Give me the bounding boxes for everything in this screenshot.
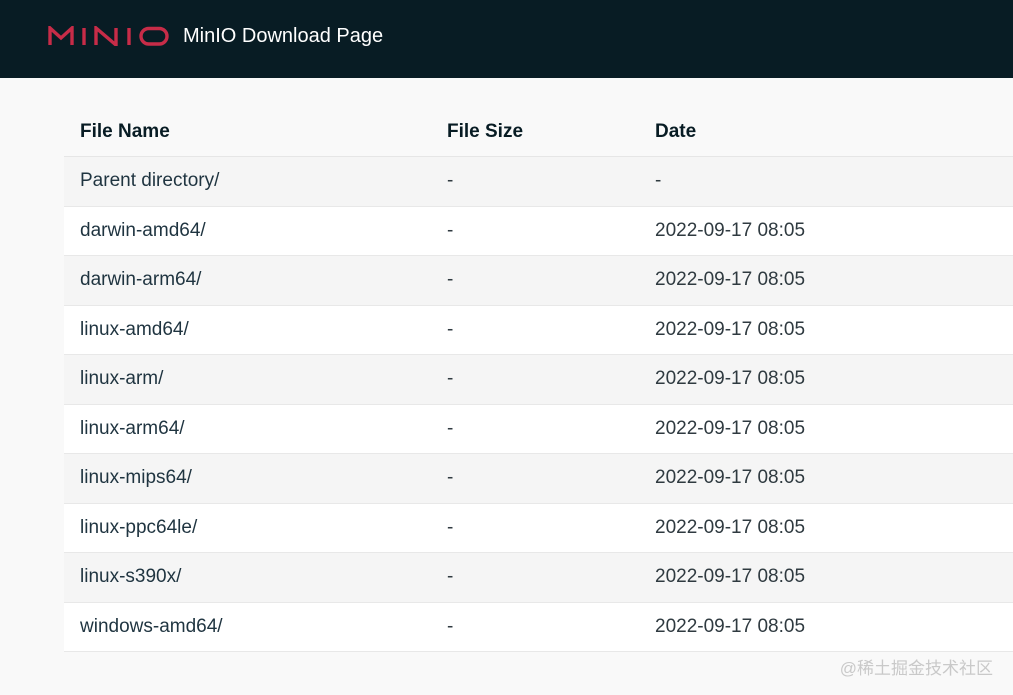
file-size: - <box>431 305 639 355</box>
file-size: - <box>431 552 639 603</box>
file-size: - <box>431 156 639 207</box>
table-row[interactable]: darwin-arm64/ - 2022-09-17 08:05 <box>64 255 1013 306</box>
minio-logo[interactable] <box>48 26 170 46</box>
file-size: - <box>431 602 639 652</box>
table-row[interactable]: windows-amd64/ - 2022-09-17 08:05 <box>64 602 1013 652</box>
column-header-file-name: File Name <box>64 108 431 157</box>
file-size: - <box>431 404 639 454</box>
page-title: MinIO Download Page <box>183 25 384 47</box>
table-row[interactable]: linux-mips64/ - 2022-09-17 08:05 <box>64 453 1013 504</box>
file-name-link[interactable]: linux-mips64/ <box>64 453 431 504</box>
column-header-file-size: File Size <box>431 108 639 157</box>
file-table: File Name File Size Date Parent director… <box>64 108 1013 652</box>
file-date: - <box>639 156 1013 207</box>
column-header-date: Date <box>639 108 1013 157</box>
file-size: - <box>431 503 639 553</box>
file-name-link[interactable]: linux-amd64/ <box>64 305 431 355</box>
file-date: 2022-09-17 08:05 <box>639 305 1013 355</box>
file-name-link[interactable]: windows-amd64/ <box>64 602 431 652</box>
file-size: - <box>431 206 639 256</box>
table-row[interactable]: Parent directory/ - - <box>64 156 1013 207</box>
file-name-link[interactable]: linux-s390x/ <box>64 552 431 603</box>
file-name-link[interactable]: darwin-arm64/ <box>64 255 431 306</box>
file-size: - <box>431 453 639 504</box>
table-row[interactable]: linux-s390x/ - 2022-09-17 08:05 <box>64 552 1013 603</box>
table-row[interactable]: linux-arm/ - 2022-09-17 08:05 <box>64 354 1013 405</box>
file-date: 2022-09-17 08:05 <box>639 503 1013 553</box>
table-header-row: File Name File Size Date <box>64 108 1013 157</box>
file-date: 2022-09-17 08:05 <box>639 453 1013 504</box>
file-size: - <box>431 354 639 405</box>
file-date: 2022-09-17 08:05 <box>639 602 1013 652</box>
file-date: 2022-09-17 08:05 <box>639 206 1013 256</box>
watermark-text: @稀土掘金技术社区 <box>839 659 993 678</box>
file-name-link[interactable]: darwin-amd64/ <box>64 206 431 256</box>
table-row[interactable]: linux-ppc64le/ - 2022-09-17 08:05 <box>64 503 1013 553</box>
file-date: 2022-09-17 08:05 <box>639 404 1013 454</box>
table-row[interactable]: linux-amd64/ - 2022-09-17 08:05 <box>64 305 1013 355</box>
file-name-link[interactable]: linux-arm/ <box>64 354 431 405</box>
page-header: MinIO Download Page <box>0 0 1013 78</box>
file-name-link[interactable]: Parent directory/ <box>64 156 431 207</box>
file-size: - <box>431 255 639 306</box>
table-row[interactable]: darwin-amd64/ - 2022-09-17 08:05 <box>64 206 1013 256</box>
file-date: 2022-09-17 08:05 <box>639 354 1013 405</box>
file-name-link[interactable]: linux-ppc64le/ <box>64 503 431 553</box>
file-date: 2022-09-17 08:05 <box>639 255 1013 306</box>
file-name-link[interactable]: linux-arm64/ <box>64 404 431 454</box>
file-date: 2022-09-17 08:05 <box>639 552 1013 603</box>
file-list: File Name File Size Date Parent director… <box>64 108 1013 652</box>
table-row[interactable]: linux-arm64/ - 2022-09-17 08:05 <box>64 404 1013 454</box>
